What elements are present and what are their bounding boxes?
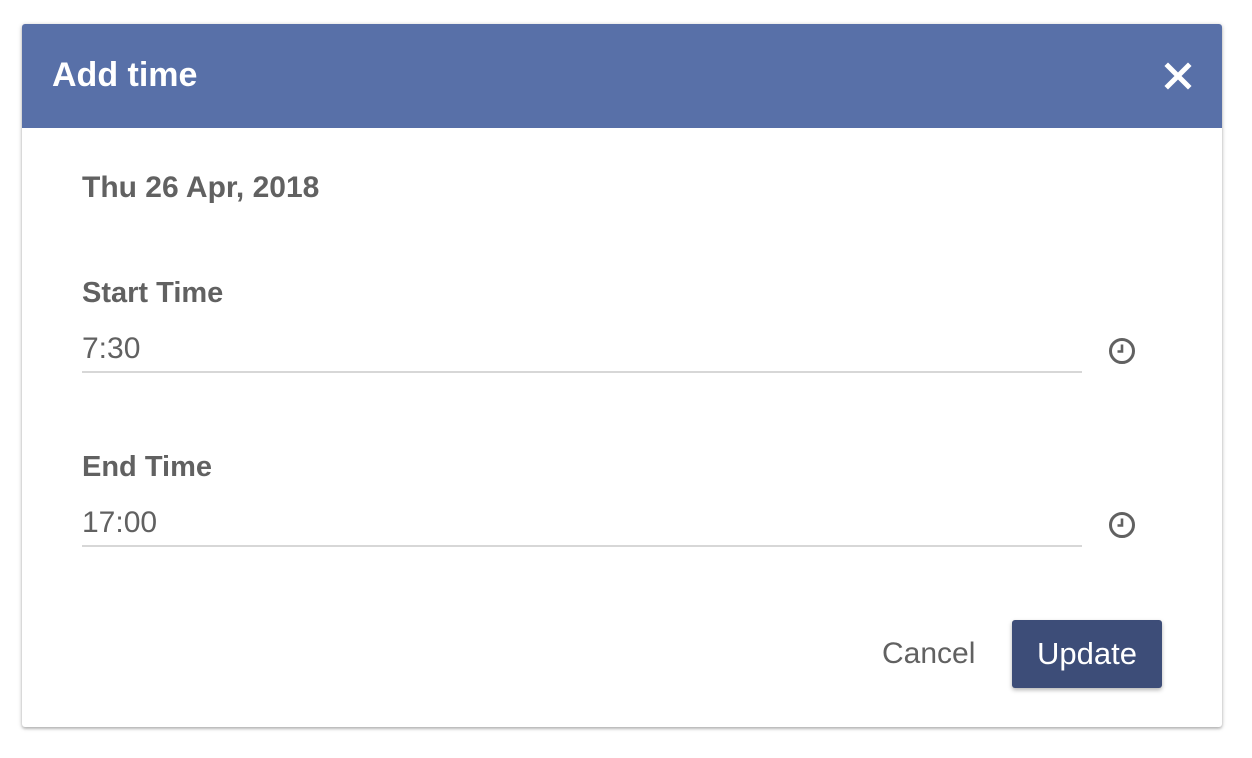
- end-time-label: End Time: [82, 451, 212, 483]
- selected-date: Thu 26 Apr, 2018: [82, 171, 320, 204]
- start-time-input[interactable]: [82, 327, 1082, 373]
- dialog-header: Add time: [22, 24, 1222, 128]
- start-time-label: Start Time: [82, 277, 224, 309]
- start-time-clock-button[interactable]: [1107, 336, 1137, 366]
- dialog-title: Add time: [52, 56, 198, 94]
- add-time-dialog: Add time Thu 26 Apr, 2018 Start Time End…: [22, 24, 1222, 727]
- end-time-input[interactable]: [82, 501, 1082, 547]
- update-button[interactable]: Update: [1012, 620, 1162, 688]
- cancel-button[interactable]: Cancel: [870, 620, 987, 688]
- clock-icon: [1109, 338, 1135, 364]
- close-button[interactable]: [1162, 60, 1194, 92]
- end-time-clock-button[interactable]: [1107, 510, 1137, 540]
- close-icon: [1164, 62, 1192, 90]
- clock-icon: [1109, 512, 1135, 538]
